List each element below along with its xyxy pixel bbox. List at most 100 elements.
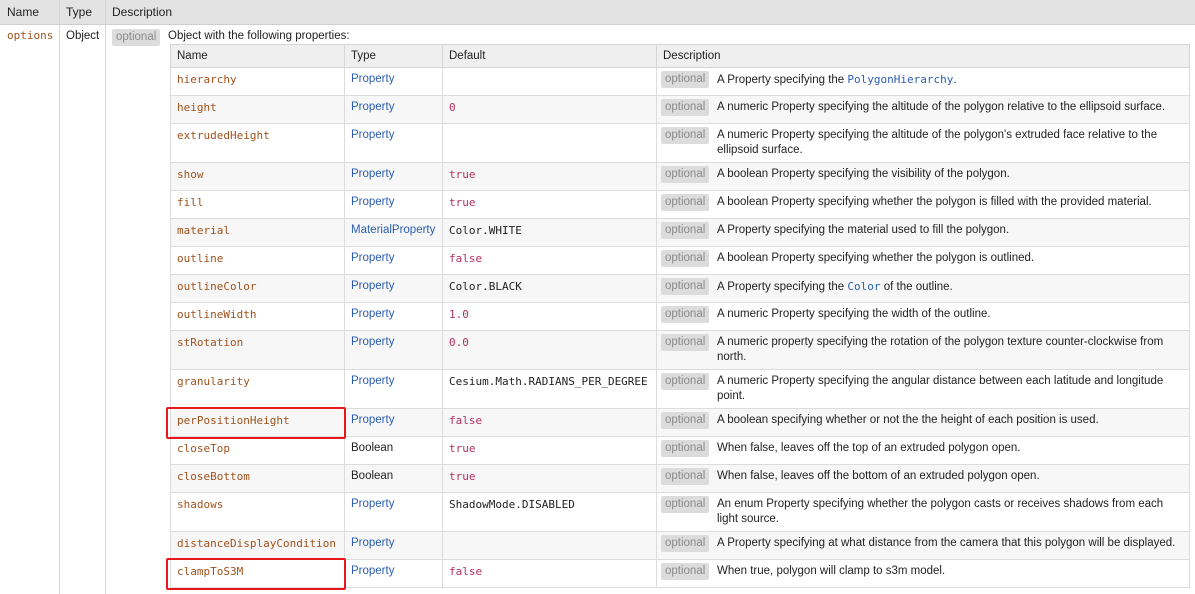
property-row-outlineColor: outlineColor Property Color.BLACK optional A…	[170, 274, 1190, 303]
property-type-link[interactable]: Property	[344, 408, 443, 437]
optional-badge: optional	[661, 334, 710, 351]
property-description: optional A Property specifying the Color …	[656, 274, 1190, 303]
property-name: hierarchy	[170, 67, 345, 96]
property-default: ShadowMode.DISABLED	[442, 492, 657, 532]
description-text-part: A boolean specifying whether or not the …	[717, 414, 1099, 426]
optional-badge: optional	[661, 468, 710, 485]
description-text-part: A numeric Property specifying the altitu…	[717, 129, 1158, 156]
property-type-link[interactable]: Property	[344, 531, 443, 560]
property-description: optional A Property specifying the Polygo…	[656, 67, 1190, 96]
property-type-link[interactable]: MaterialProperty	[344, 218, 443, 247]
property-row-shadows: shadows Property ShadowMode.DISABLED option…	[170, 492, 1190, 532]
property-name: outlineWidth	[170, 302, 345, 331]
description-text-part: of the outline.	[880, 281, 953, 293]
optional-badge: optional	[661, 278, 710, 295]
property-description: optional A numeric Property specifying th…	[656, 95, 1190, 124]
highlight-box	[165, 406, 346, 439]
property-type: Boolean	[344, 464, 443, 493]
property-default: true	[442, 190, 657, 219]
type-reference-link[interactable]: PolygonHierarchy	[847, 73, 953, 86]
description-text-part: A numeric property specifying the rotati…	[717, 336, 1164, 363]
optional-badge: optional	[661, 440, 710, 457]
property-name: fill	[170, 190, 345, 219]
property-default: false	[442, 559, 657, 588]
property-type-link[interactable]: Property	[344, 274, 443, 303]
optional-badge: optional	[112, 29, 161, 46]
type-reference-link[interactable]: Color	[847, 280, 880, 293]
property-name: closeBottom	[170, 464, 345, 493]
property-row-extrudedHeight: extrudedHeight Property optional A numeric …	[170, 123, 1190, 163]
property-type-link[interactable]: Property	[344, 246, 443, 275]
property-default: true	[442, 464, 657, 493]
header-name: Name	[170, 44, 345, 68]
outer-header-name: Name	[7, 5, 40, 19]
optional-badge: optional	[661, 306, 710, 323]
description-text: When true, polygon will clamp to s3m mod…	[717, 564, 1183, 579]
property-row-fill: fill Property true optional A boolean Proper…	[170, 190, 1190, 219]
property-name: extrudedHeight	[170, 123, 345, 163]
property-type-link[interactable]: Property	[344, 369, 443, 409]
property-name: outlineColor	[170, 274, 345, 303]
property-description: optional When false, leaves off the top o…	[656, 436, 1190, 465]
property-type-link[interactable]: Property	[344, 95, 443, 124]
property-name: shadows	[170, 492, 345, 532]
parameters-table: Name Type Description options Object opt…	[0, 0, 1195, 594]
optional-badge: optional	[661, 250, 710, 267]
description-text-part: A numeric Property specifying the width …	[717, 308, 991, 320]
outer-header-description: Description	[112, 5, 173, 19]
property-row-stRotation: stRotation Property 0.0 optional A numeric p…	[170, 330, 1190, 370]
optional-badge: optional	[661, 373, 710, 390]
optional-badge: optional	[661, 535, 710, 552]
description-text: When false, leaves off the bottom of an …	[717, 469, 1183, 484]
description-text: A Property specifying at what distance f…	[717, 536, 1183, 551]
description-text: An enum Property specifying whether the …	[717, 497, 1183, 527]
property-type-link[interactable]: Property	[344, 67, 443, 96]
property-default: Color.WHITE	[442, 218, 657, 247]
property-type-link[interactable]: Property	[344, 190, 443, 219]
properties-header-row: Name Type Default Description	[170, 44, 1190, 68]
property-description: optional A boolean Property specifying wh…	[656, 190, 1190, 219]
property-description: optional A Property specifying at what di…	[656, 531, 1190, 560]
description-text: A boolean specifying whether or not the …	[717, 413, 1183, 428]
description-text: A numeric Property specifying the altitu…	[717, 100, 1183, 115]
property-description: optional When true, polygon will clamp to…	[656, 559, 1190, 588]
header-default: Default	[442, 44, 657, 68]
property-name: height	[170, 95, 345, 124]
outer-header-row: Name Type Description	[0, 0, 1195, 25]
property-row-material: material MaterialProperty Color.WHITE optio…	[170, 218, 1190, 247]
property-type-link[interactable]: Property	[344, 559, 443, 588]
property-description: optional A numeric property specifying th…	[656, 330, 1190, 370]
property-default	[442, 531, 657, 560]
optional-badge: optional	[661, 194, 710, 211]
description-text-part: A numeric Property specifying the altitu…	[717, 101, 1166, 113]
description-text-part: When false, leaves off the top of an ext…	[717, 442, 1021, 454]
header-description: Description	[656, 44, 1190, 68]
property-description: optional A numeric Property specifying th…	[656, 369, 1190, 409]
property-row-height: height Property 0 optional A numeric Propert…	[170, 95, 1190, 124]
property-description: optional A numeric Property specifying th…	[656, 302, 1190, 331]
property-default: true	[442, 162, 657, 191]
property-name: distanceDisplayCondition	[170, 531, 345, 560]
property-name: closeTop	[170, 436, 345, 465]
property-default: 1.0	[442, 302, 657, 331]
param-description: Object with the following properties:	[168, 30, 350, 42]
property-default: true	[442, 436, 657, 465]
description-text-part: An enum Property specifying whether the …	[717, 498, 1164, 525]
description-text: A boolean Property specifying the visibi…	[717, 167, 1183, 182]
description-text: A numeric Property specifying the width …	[717, 307, 1183, 322]
description-text-part: When false, leaves off the bottom of an …	[717, 470, 1040, 482]
property-type-link[interactable]: Property	[344, 123, 443, 163]
property-default: 0	[442, 95, 657, 124]
property-row-granularity: granularity Property Cesium.Math.RADIANS_P…	[170, 369, 1190, 409]
property-description: optional A boolean Property specifying th…	[656, 162, 1190, 191]
param-name: options	[7, 29, 54, 42]
property-type-link[interactable]: Property	[344, 330, 443, 370]
property-type-link[interactable]: Property	[344, 302, 443, 331]
property-name: stRotation	[170, 330, 345, 370]
optional-badge: optional	[661, 166, 710, 183]
description-text: When false, leaves off the top of an ext…	[717, 441, 1183, 456]
property-type-link[interactable]: Property	[344, 162, 443, 191]
property-type-link[interactable]: Property	[344, 492, 443, 532]
optional-badge: optional	[661, 563, 710, 580]
property-row-closeTop: closeTop Boolean true optional When false, l…	[170, 436, 1190, 465]
